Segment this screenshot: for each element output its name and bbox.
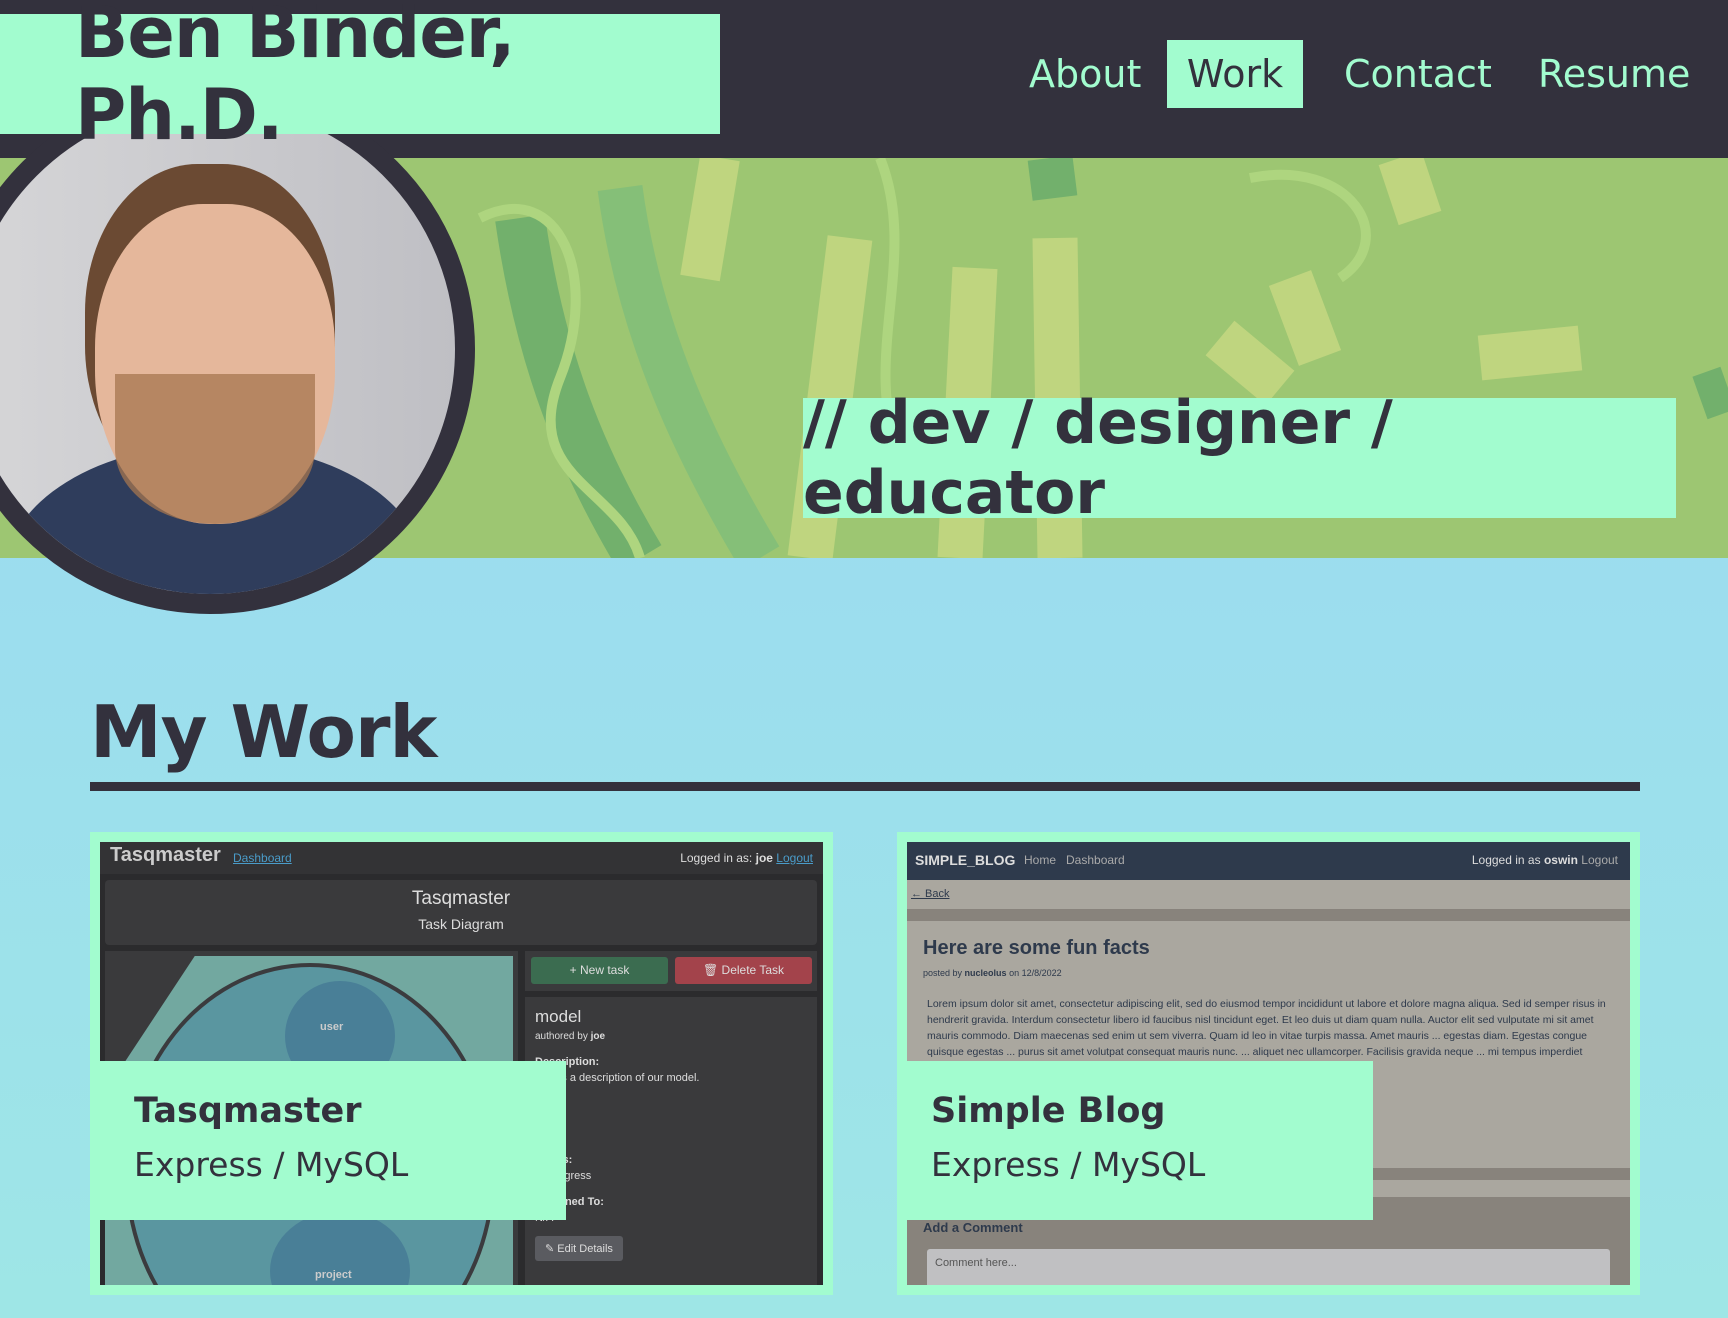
site-title[interactable]: Ben Binder, Ph.D.: [0, 0, 720, 156]
shot-brand: Tasqmaster: [110, 844, 221, 866]
section-divider: [90, 782, 1640, 791]
node-user: user: [320, 1021, 344, 1033]
new-task-button: + New task: [531, 957, 668, 984]
edit-details-button: ✎ Edit Details: [535, 1236, 623, 1261]
shot-home: Home: [1024, 853, 1057, 867]
nav-contact[interactable]: Contact: [1322, 40, 1514, 108]
nav-about[interactable]: About: [1007, 40, 1163, 108]
shot-logout: Logout: [776, 851, 813, 865]
project-card-simple-blog[interactable]: SIMPLE_BLOG Home Dashboard Logged in as …: [897, 832, 1640, 1295]
comment-input: Comment here...: [927, 1249, 1610, 1285]
project-title: Tasqmaster: [134, 1091, 362, 1131]
project-label: Simple Blog Express / MySQL: [897, 1061, 1373, 1220]
nav-resume[interactable]: Resume: [1516, 40, 1712, 108]
post-title: Here are some fun facts: [923, 937, 1150, 959]
project-card-tasqmaster[interactable]: Tasqmaster Dashboard Logged in as: joe L…: [90, 832, 833, 1295]
project-stack: Express / MySQL: [931, 1145, 1206, 1184]
shot-user: joe: [755, 851, 773, 865]
add-comment-label: Add a Comment: [923, 1220, 1023, 1235]
task-name: model: [535, 1007, 582, 1026]
shot-logged-in: Logged in as:: [680, 851, 753, 865]
project-label: Tasqmaster Express / MySQL: [100, 1061, 566, 1220]
project-title: Simple Blog: [931, 1091, 1166, 1131]
nav-work[interactable]: Work: [1167, 40, 1303, 108]
hero-tagline: // dev / designer / educator: [803, 388, 1676, 528]
section-title: My Work: [90, 690, 437, 774]
shot-dashboard: Dashboard: [1066, 853, 1125, 867]
shot-panel-sub: Task Diagram: [418, 916, 504, 932]
node-project: project: [315, 1269, 352, 1281]
shot-brand: SIMPLE_BLOG: [915, 852, 1016, 868]
shot-panel-title: Tasqmaster: [411, 888, 511, 909]
project-stack: Express / MySQL: [134, 1145, 409, 1184]
shot-back-link: ← Back: [911, 888, 950, 900]
shot-dashboard-link: Dashboard: [233, 851, 292, 865]
delete-task-button: 🗑 Delete Task: [675, 957, 812, 984]
